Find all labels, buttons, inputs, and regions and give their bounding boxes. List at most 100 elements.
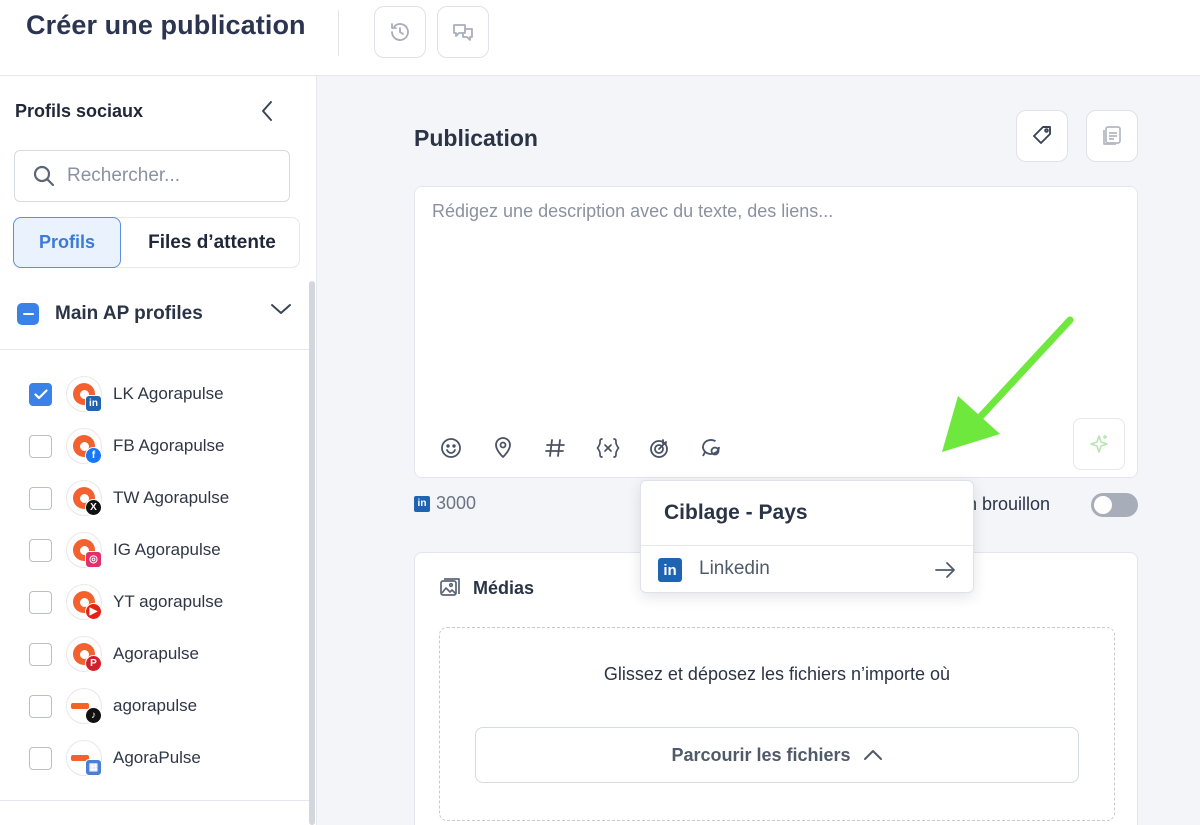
google-business-icon: ▦ — [85, 759, 102, 776]
sidebar-title: Profils sociaux — [15, 101, 144, 121]
sidebar-scrollbar[interactable] — [309, 281, 315, 825]
youtube-icon: ▶ — [85, 603, 102, 620]
sparkle-icon — [1090, 435, 1108, 453]
history-icon — [391, 23, 409, 41]
profile-item-ig[interactable]: ◎ IG Agorapulse — [0, 532, 310, 584]
tag-icon — [1033, 126, 1051, 144]
profile-name: agorapulse — [113, 696, 198, 715]
header-divider — [338, 10, 339, 56]
variable-button[interactable] — [595, 433, 647, 463]
targeting-popover: Ciblage - Pays in Linkedin — [640, 480, 974, 593]
profile-name: Agorapulse — [113, 644, 200, 663]
tab-queues[interactable]: Files d’attente — [124, 218, 300, 268]
profile-item-google-business[interactable]: ▦ AgoraPulse — [0, 740, 310, 792]
draft-toggle[interactable] — [1091, 493, 1138, 517]
profile-name: TW Agorapulse — [113, 488, 230, 507]
search-icon — [33, 165, 55, 187]
sidebar-tabs: Profils Files d’attente — [13, 217, 300, 268]
page-title: Créer une publication — [26, 10, 306, 40]
top-header: Créer une publication — [0, 0, 1200, 76]
profile-item-tiktok[interactable]: ♪ agorapulse — [0, 688, 310, 740]
popover-item-label: Linkedin — [699, 558, 770, 579]
tiktok-icon: ♪ — [85, 707, 102, 724]
comments-button[interactable] — [437, 6, 489, 58]
avatar: in — [66, 376, 102, 412]
browse-files-button[interactable]: Parcourir les fichiers — [475, 727, 1079, 783]
editor-toolbar — [439, 433, 751, 463]
comments-icon — [453, 24, 473, 41]
profile-checkbox[interactable] — [29, 383, 52, 406]
avatar: P — [66, 636, 102, 672]
collapse-sidebar-button[interactable] — [256, 100, 278, 122]
profile-checkbox[interactable] — [29, 591, 52, 614]
social-profiles-sidebar: Profils sociaux Profils Files d’attente … — [0, 76, 317, 825]
profile-name: AgoraPulse — [113, 748, 201, 767]
dropzone-text: Glissez et déposez les fichiers n’import… — [603, 664, 951, 684]
profile-item-fb[interactable]: f FB Agorapulse — [0, 428, 310, 480]
browse-files-label: Parcourir les fichiers — [671, 744, 851, 765]
profile-checkbox[interactable] — [29, 643, 52, 666]
group-label: Main AP profiles — [55, 303, 203, 324]
targeting-button[interactable] — [647, 433, 699, 463]
tag-button[interactable] — [1016, 110, 1068, 162]
media-header: Médias — [439, 577, 534, 599]
targeting-icon — [650, 439, 668, 458]
profile-list: in LK Agorapulse f FB Agorapulse X TW Ag… — [0, 376, 310, 792]
popover-item-linkedin[interactable]: in Linkedin — [641, 546, 973, 594]
chevron-down-icon[interactable] — [270, 302, 292, 321]
media-title: Médias — [473, 577, 535, 598]
hashtag-icon — [545, 439, 565, 457]
instagram-icon: ◎ — [85, 551, 102, 568]
comment-button[interactable] — [699, 433, 751, 463]
chevron-up-icon — [863, 750, 882, 760]
avatar: ▶ — [66, 584, 102, 620]
linkedin-icon: in — [658, 558, 682, 582]
emoji-button[interactable] — [439, 433, 491, 463]
pinterest-icon: P — [85, 655, 102, 672]
avatar: f — [66, 428, 102, 464]
location-icon — [495, 437, 511, 458]
ai-assistant-button[interactable] — [1073, 418, 1125, 470]
tab-profiles[interactable]: Profils — [13, 217, 121, 268]
character-counter: in 3000 — [414, 493, 476, 514]
annotation-arrow-icon — [930, 310, 1080, 465]
section-title: Publication — [414, 125, 538, 151]
image-icon — [440, 578, 460, 596]
history-button[interactable] — [374, 6, 426, 58]
preview-button[interactable] — [1086, 110, 1138, 162]
chevron-left-icon — [262, 101, 272, 121]
group-partial-checkbox[interactable] — [17, 303, 39, 325]
linkedin-icon: in — [414, 495, 430, 512]
profile-checkbox[interactable] — [29, 747, 52, 770]
profile-item-yt[interactable]: ▶ YT agorapulse — [0, 584, 310, 636]
location-button[interactable] — [491, 433, 543, 463]
arrow-right-icon — [933, 558, 957, 587]
hashtag-button[interactable] — [543, 433, 595, 463]
preview-icon — [1103, 126, 1121, 145]
emoji-icon — [441, 438, 461, 458]
profile-checkbox[interactable] — [29, 487, 52, 510]
profile-item-lk[interactable]: in LK Agorapulse — [0, 376, 310, 428]
linkedin-icon: in — [85, 395, 102, 412]
profile-checkbox[interactable] — [29, 539, 52, 562]
avatar: ▦ — [66, 740, 102, 776]
popover-title: Ciblage - Pays — [664, 501, 808, 524]
avatar: ◎ — [66, 532, 102, 568]
profile-name: LK Agorapulse — [113, 384, 224, 403]
profile-search-input[interactable] — [67, 165, 267, 187]
profile-group-row[interactable]: Main AP profiles — [0, 290, 310, 350]
file-dropzone[interactable]: Glissez et déposez les fichiers n’import… — [439, 627, 1115, 821]
draft-label: n brouillon — [967, 494, 1051, 514]
facebook-icon: f — [85, 447, 102, 464]
profile-name: FB Agorapulse — [113, 436, 225, 455]
profile-name: YT agorapulse — [113, 592, 224, 611]
profile-name: IG Agorapulse — [113, 540, 221, 559]
profile-item-pinterest[interactable]: P Agorapulse — [0, 636, 310, 688]
variable-icon — [596, 438, 620, 458]
char-count-value: 3000 — [436, 493, 477, 513]
profile-checkbox[interactable] — [29, 435, 52, 458]
avatar: X — [66, 480, 102, 516]
profile-checkbox[interactable] — [29, 695, 52, 718]
profile-item-tw[interactable]: X TW Agorapulse — [0, 480, 310, 532]
profile-search-box — [14, 150, 290, 202]
